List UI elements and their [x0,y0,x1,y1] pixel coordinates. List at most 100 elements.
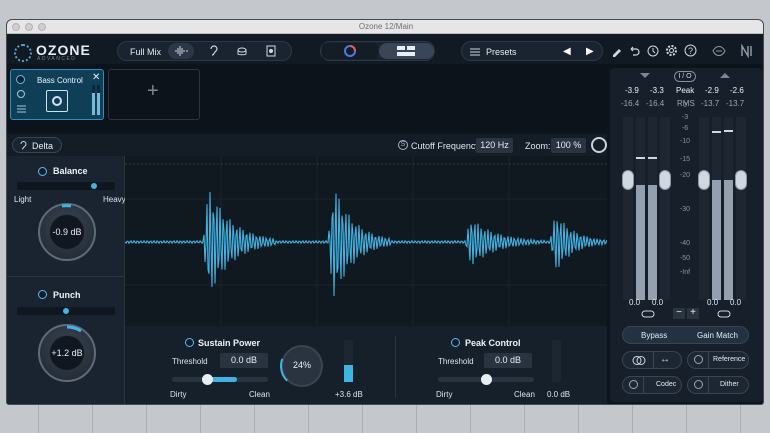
input-gain-right: 0.0 [652,298,664,307]
bypass-button[interactable]: Bypass [641,331,667,340]
punch-power-icon[interactable] [38,290,47,299]
output-collapse-icon[interactable] [720,73,730,79]
balance-power-icon[interactable] [38,167,47,176]
next-preset-icon[interactable]: ▶ [586,46,594,57]
sustain-power-icon[interactable] [185,338,194,347]
codec-button[interactable]: Codec [622,376,682,394]
stereo-icon[interactable] [632,355,646,366]
presets-label[interactable]: Presets [486,47,517,57]
sustain-amount-knob[interactable]: 24% [280,344,324,388]
sustain-threshold-field[interactable]: 0.0 dB [220,353,268,368]
input-fader-left[interactable] [622,170,634,190]
ear-icon[interactable] [208,45,220,57]
dither-power-icon[interactable] [694,380,703,389]
izotope-icon[interactable] [711,44,727,58]
desk-divider [362,405,363,433]
desk-divider [200,405,201,433]
add-module-slot[interactable]: + [108,69,200,120]
modules-view-button[interactable] [379,43,434,59]
desk-divider [38,405,39,433]
speaker-icon[interactable] [265,45,277,57]
cutoff-label: Cutoff Frequency: [411,141,483,151]
grid-icon [397,46,415,56]
input-fader-track-left[interactable] [623,117,633,300]
output-link-icon[interactable] [717,310,731,318]
preset-bar: Presets ◀ ▶ [461,41,603,61]
gain-minus-button[interactable]: − [673,308,685,319]
cutoff-frequency-field[interactable]: 120 Hz [476,138,513,153]
meter-scale-tick: -Inf [679,269,691,276]
balance-right-label: Heavy [103,195,126,204]
meter-scale-tick: -50 [679,255,691,262]
punch-knob[interactable]: +1.2 dB [38,324,96,382]
cutoff-solo-icon[interactable]: S [398,140,408,150]
input-meter-right [648,117,657,300]
full-mix-button[interactable]: Full Mix [130,47,161,57]
assistant-icon [344,45,356,57]
output-fader-right[interactable] [735,170,747,190]
output-fader-left[interactable] [698,170,710,190]
history-icon[interactable] [646,44,659,57]
window-title: Ozone 12/Main [358,22,414,31]
bass-control-module[interactable]: Bass Control ✕ [10,69,104,120]
output-fader-track-left[interactable] [699,117,709,300]
codec-label: Codec [656,381,677,388]
module-close-icon[interactable]: ✕ [92,72,100,83]
sustain-gain-meter[interactable] [344,340,353,382]
view-switcher [320,41,435,61]
gain-match-button[interactable]: Gain Match [697,331,738,340]
delta-button[interactable]: Delta [12,137,62,153]
swap-channels-icon[interactable]: ↔ [660,354,670,365]
module-list-icon[interactable] [17,104,26,113]
ozone-logo: OZONE ADVANCED [14,42,99,62]
output-gain-left: 0.0 [707,298,719,307]
svg-text:?: ? [688,46,693,56]
solo-icon[interactable] [17,90,25,98]
module-power-icon[interactable] [16,75,25,84]
peak-power-icon[interactable] [451,338,460,347]
balance-meter [17,182,115,190]
input-link-icon[interactable] [641,310,655,318]
module-name: Bass Control [37,76,83,85]
zoom-dial-icon[interactable] [591,137,607,153]
sustain-slider[interactable] [172,374,268,385]
zoom-field[interactable]: 100 % [551,138,586,153]
out-rms-left: -13.7 [701,99,720,108]
assistant-view-button[interactable] [322,43,378,59]
module-meter [92,85,95,115]
reference-button[interactable]: Reference [687,351,749,369]
peak-threshold-label: Threshold [438,357,474,366]
balance-knob[interactable]: -0.9 dB [38,203,96,261]
desk-divider [470,405,471,433]
dither-button[interactable]: Dither [687,376,749,394]
peak-slider[interactable] [438,374,534,385]
reference-power-icon[interactable] [694,355,703,364]
help-icon[interactable]: ? [684,44,697,57]
desk-divider [92,405,93,433]
input-fader-right[interactable] [659,170,671,190]
waveform-icon [175,46,188,56]
sustain-threshold-label: Threshold [172,357,208,366]
io-link-button[interactable]: I / O [674,71,696,82]
waveform-mode-button[interactable] [168,43,194,59]
delta-label: Delta [32,141,54,151]
dither-label: Dither [720,381,739,388]
pencil-icon[interactable] [611,45,623,57]
peak-threshold-field[interactable]: 0.0 dB [484,353,532,368]
peak-gain-meter[interactable] [552,340,561,382]
title-bar[interactable]: Ozone 12/Main [7,20,763,34]
gear-icon[interactable] [665,44,678,57]
waveform-display[interactable] [124,156,608,326]
previous-preset-icon[interactable]: ◀ [563,46,571,57]
drum-icon[interactable] [236,45,248,57]
desk-divider [254,405,255,433]
punch-meter [17,307,115,315]
sustain-gain-value: +3.6 dB [335,390,363,399]
gain-plus-button[interactable]: + [687,308,699,319]
native-instruments-icon[interactable] [740,44,756,58]
undo-icon[interactable] [628,45,640,57]
input-fader-track-right[interactable] [660,117,670,300]
codec-power-icon[interactable] [629,380,638,389]
output-fader-track-right[interactable] [736,117,746,300]
input-collapse-icon[interactable] [640,73,650,79]
